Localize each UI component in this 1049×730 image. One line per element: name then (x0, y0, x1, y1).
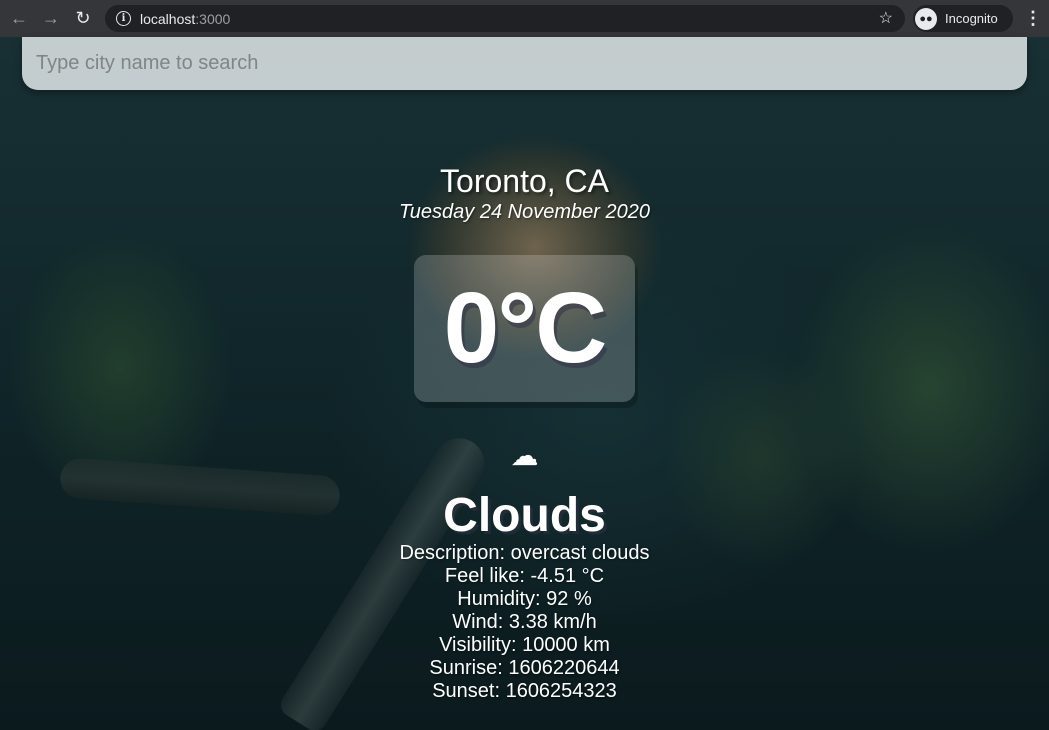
incognito-badge[interactable]: ●● Incognito (913, 5, 1013, 32)
current-date: Tuesday 24 November 2020 (399, 201, 650, 223)
url-port: :3000 (195, 10, 231, 27)
search-bar (22, 37, 1027, 90)
info-icon[interactable]: i (116, 11, 131, 26)
feels-like-text: Feel like: -4.51 °C (444, 565, 605, 587)
description-text: Description: overcast clouds (399, 542, 650, 564)
back-arrow-icon[interactable]: ← (6, 6, 32, 32)
bookmark-star-icon[interactable]: ☆ (879, 8, 893, 28)
reload-icon[interactable]: ↻ (70, 6, 96, 32)
cloud-icon: ☁ (510, 440, 539, 471)
visibility-text: Visibility: 10000 km (439, 634, 610, 656)
browser-menu-icon[interactable]: ⋮ (1024, 8, 1042, 28)
incognito-icon: ●● (915, 7, 937, 30)
forward-arrow-icon[interactable]: → (38, 6, 64, 32)
url-text[interactable]: localhost:3000 (140, 11, 230, 27)
sunset-text: Sunset: 1606254323 (432, 680, 617, 702)
humidity-text: Humidity: 92 % (457, 588, 592, 610)
url-host: localhost (140, 10, 196, 27)
sunrise-text: Sunrise: 1606220644 (429, 657, 620, 679)
temperature-card: 0°C (414, 255, 635, 402)
browser-toolbar: ← → ↻ i localhost:3000 ☆ ●● Incognito ⋮ (0, 0, 1049, 37)
temperature-value: 0°C (443, 272, 608, 384)
city-search-input[interactable] (22, 37, 1027, 90)
address-bar[interactable]: i localhost:3000 ☆ (105, 5, 905, 32)
incognito-label: Incognito (945, 11, 998, 26)
wind-text: Wind: 3.38 km/h (452, 611, 597, 633)
location-title: Toronto, CA (440, 163, 609, 199)
weather-condition: Clouds (443, 489, 606, 542)
weather-details: Description: overcast clouds Feel like: … (0, 542, 1049, 703)
